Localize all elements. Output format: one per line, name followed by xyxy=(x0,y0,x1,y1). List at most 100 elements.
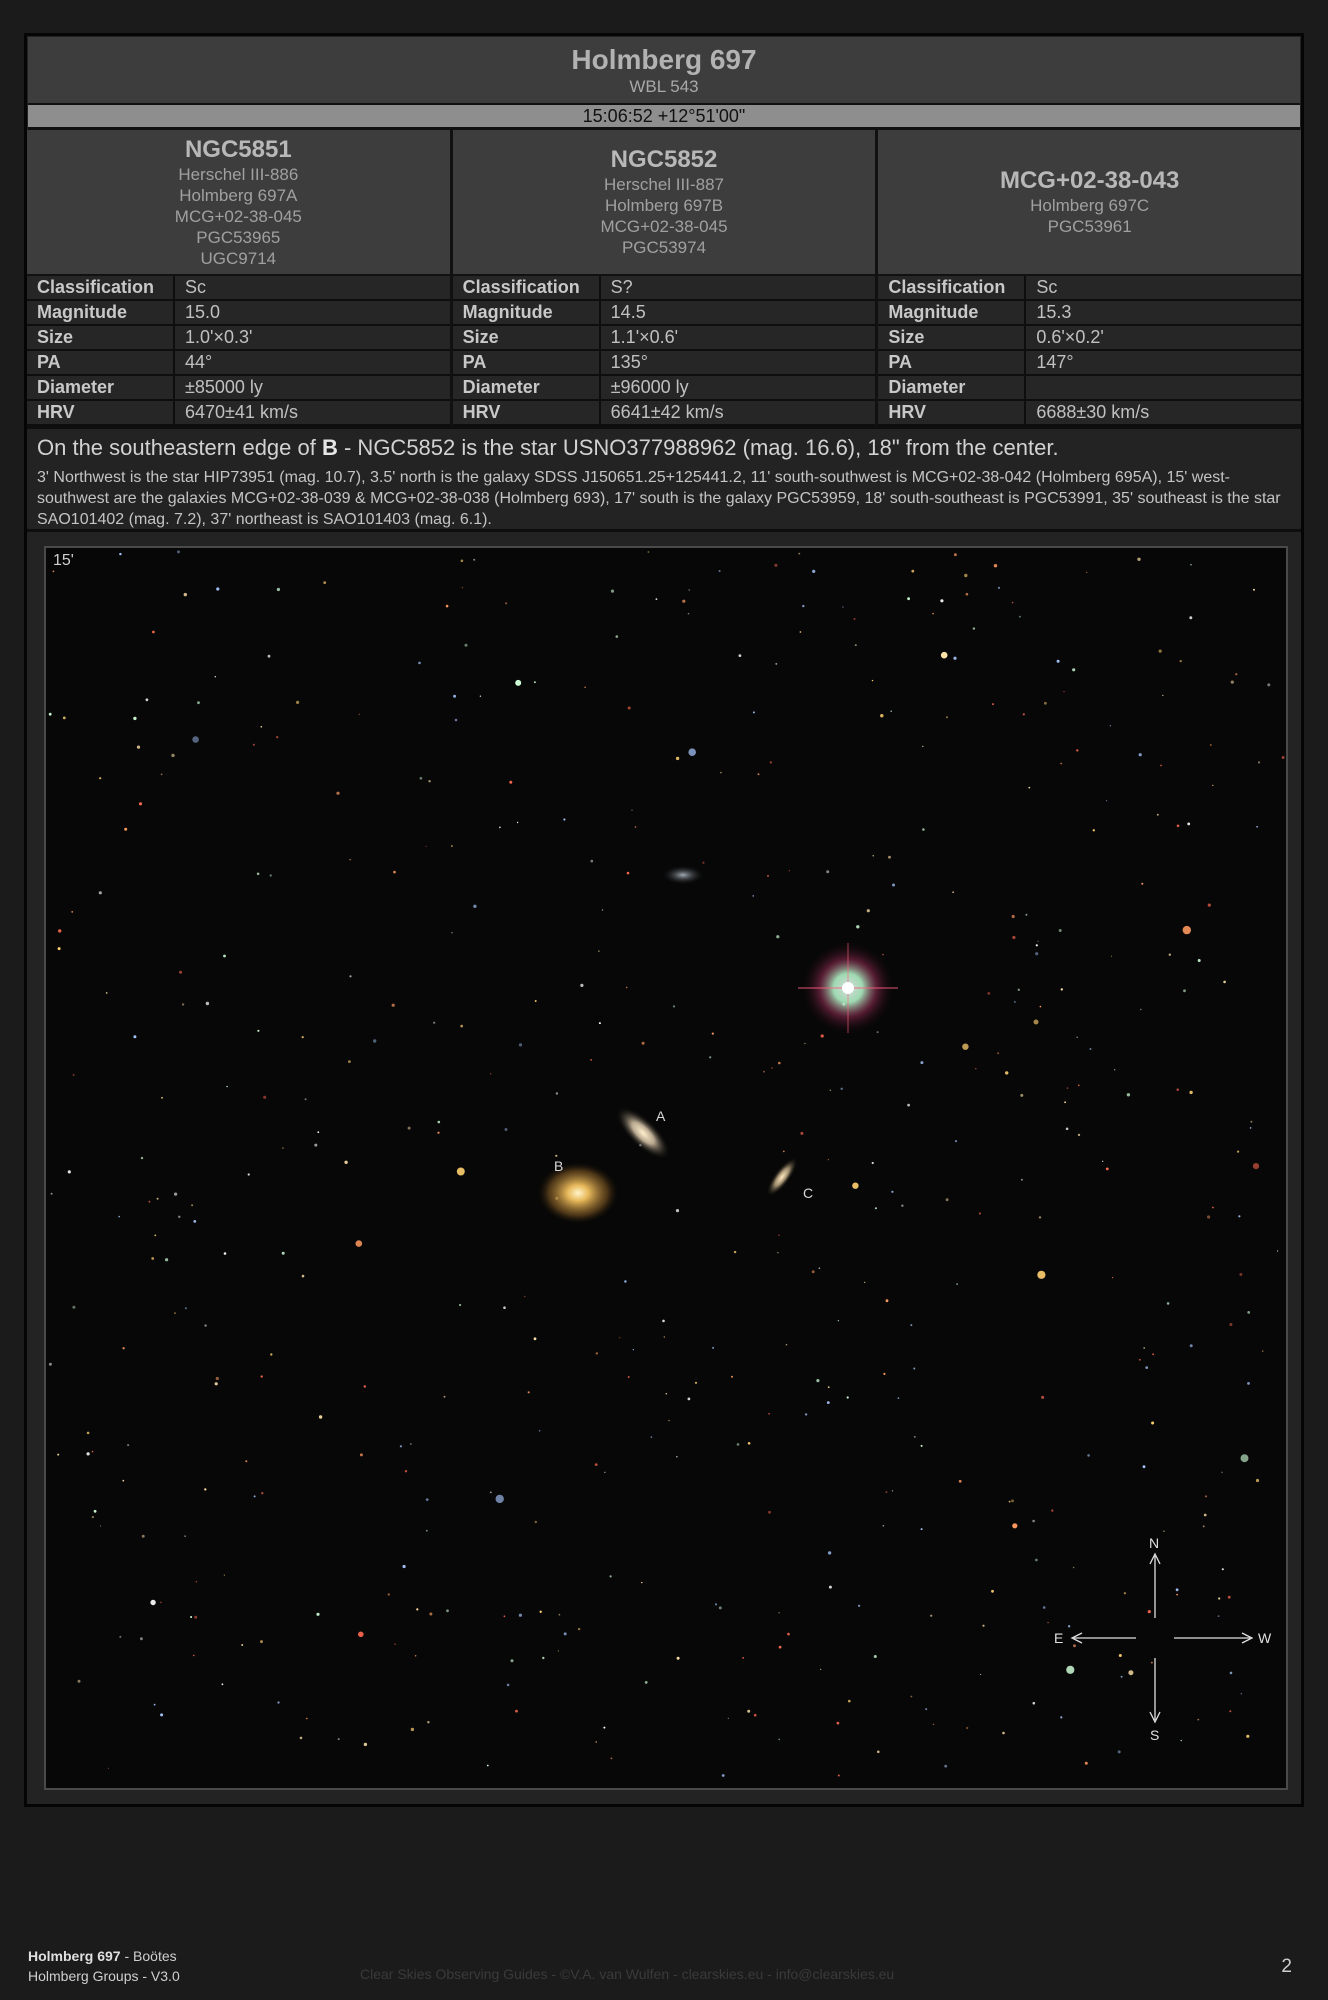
star xyxy=(124,827,128,831)
galaxy-column: MCG+02-38-043 Holmberg 697C PGC53961 Cla… xyxy=(878,130,1302,458)
star xyxy=(1238,1215,1241,1218)
star xyxy=(1240,1693,1243,1695)
star xyxy=(503,1615,506,1618)
star xyxy=(174,1312,176,1314)
star xyxy=(223,1252,227,1255)
star xyxy=(1197,959,1201,962)
star xyxy=(91,1515,95,1519)
star xyxy=(827,1551,832,1555)
galaxy-alias: PGC53974 xyxy=(621,238,707,257)
row-classification: Classification S? xyxy=(452,276,876,301)
star xyxy=(1002,1731,1005,1735)
star xyxy=(174,1192,178,1196)
star xyxy=(883,1372,886,1375)
star xyxy=(1229,1671,1233,1675)
star xyxy=(122,1347,125,1350)
star xyxy=(771,1067,773,1069)
star xyxy=(1011,914,1015,919)
star xyxy=(1019,615,1021,618)
row-value: 44° xyxy=(185,352,213,372)
star xyxy=(946,716,948,719)
star xyxy=(1281,756,1285,759)
star xyxy=(314,1143,318,1147)
star xyxy=(1102,1160,1104,1162)
star xyxy=(428,780,431,783)
star xyxy=(956,1283,958,1285)
star xyxy=(997,1052,1000,1055)
star xyxy=(195,1580,198,1583)
scale-label: 15' xyxy=(53,552,74,569)
star xyxy=(72,1074,75,1076)
star xyxy=(826,870,830,874)
star xyxy=(1047,1621,1049,1624)
star xyxy=(676,1656,680,1660)
star xyxy=(615,635,619,638)
star xyxy=(987,992,991,995)
star xyxy=(940,651,948,659)
star xyxy=(1089,1048,1092,1050)
star xyxy=(153,1703,156,1706)
star xyxy=(349,975,352,978)
star xyxy=(306,1717,308,1720)
star xyxy=(1064,1101,1066,1104)
star xyxy=(1073,1644,1076,1648)
star xyxy=(1032,1701,1036,1705)
star xyxy=(604,1471,606,1473)
star xyxy=(77,1679,81,1683)
star xyxy=(460,559,464,563)
star xyxy=(1237,1150,1240,1153)
star xyxy=(304,1098,307,1101)
star xyxy=(489,1491,492,1494)
star xyxy=(1128,1670,1134,1676)
star xyxy=(99,1525,102,1527)
star xyxy=(160,1601,162,1604)
star xyxy=(891,1490,894,1492)
star xyxy=(1072,668,1076,672)
star xyxy=(603,1726,606,1729)
star xyxy=(221,1683,224,1686)
star xyxy=(872,855,874,857)
faint-galaxy xyxy=(661,865,705,885)
star xyxy=(358,713,360,715)
star xyxy=(1197,1718,1200,1721)
star xyxy=(982,1624,985,1627)
row-label: Classification xyxy=(27,276,175,299)
notes-detail: 3' Northwest is the star HIP73951 (mag. … xyxy=(37,469,1281,528)
star xyxy=(964,573,968,578)
star xyxy=(269,874,272,877)
star xyxy=(634,826,637,828)
star xyxy=(873,1655,877,1658)
star xyxy=(437,1131,440,1134)
star xyxy=(601,909,604,911)
star xyxy=(952,891,954,893)
star xyxy=(776,935,780,939)
star xyxy=(387,1593,390,1596)
star xyxy=(253,1495,256,1498)
star xyxy=(820,1668,822,1670)
star xyxy=(624,1280,627,1283)
star xyxy=(1037,1270,1046,1279)
star xyxy=(499,826,501,829)
star xyxy=(1182,925,1192,935)
star xyxy=(828,1585,832,1589)
star xyxy=(241,1644,244,1646)
star xyxy=(473,558,476,561)
star xyxy=(461,586,464,589)
star xyxy=(631,809,633,811)
star xyxy=(711,1032,714,1035)
row-label: Diameter xyxy=(27,376,175,399)
star xyxy=(1143,1347,1146,1349)
row-label: Diameter xyxy=(453,376,601,399)
group-title: Holmberg 697 xyxy=(571,44,757,75)
star xyxy=(344,1160,348,1164)
star xyxy=(301,1274,305,1278)
star xyxy=(416,1608,419,1611)
star xyxy=(317,1131,320,1134)
star xyxy=(393,870,396,874)
row-value: 135° xyxy=(610,352,648,372)
star xyxy=(1257,761,1261,764)
star xyxy=(1035,1558,1038,1562)
star xyxy=(419,776,423,780)
star xyxy=(1020,1178,1023,1181)
star xyxy=(718,1606,722,1610)
